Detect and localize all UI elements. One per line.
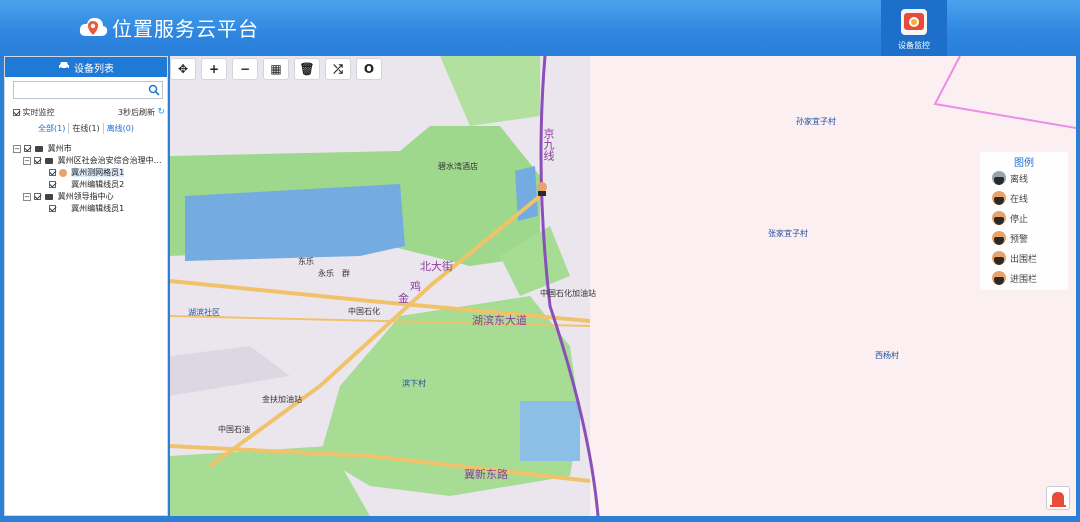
- device-search-input[interactable]: [13, 81, 163, 99]
- map-label-bishui: 碧水湾酒店: [438, 162, 478, 171]
- device-list-title: 设备列表: [74, 63, 114, 75]
- legend-item-warning: 预警: [992, 230, 1028, 246]
- map-label-xiaxia: 滨下村: [402, 379, 426, 388]
- legend-label: 停止: [1010, 214, 1029, 225]
- tree-checkbox[interactable]: [33, 157, 41, 164]
- device-location-marker-icon[interactable]: [536, 182, 548, 196]
- legend-label: 预警: [1010, 234, 1029, 245]
- legend-label: 离线: [1010, 174, 1029, 185]
- tree-node[interactable]: − 冀州领导指中心: [23, 191, 114, 202]
- tree-checkbox[interactable]: [49, 169, 56, 176]
- tree-node[interactable]: − 冀州市: [13, 143, 72, 154]
- alarm-icon: [1050, 492, 1066, 507]
- offline-person-icon: [992, 171, 1006, 185]
- map-tiles: [170, 56, 1076, 516]
- map-label-hubin-east: 湖滨东大道: [472, 314, 527, 327]
- app-title: 位置服务云平台: [112, 17, 259, 41]
- search-icon[interactable]: [148, 84, 160, 96]
- map-label-sinopec: 中国石化: [348, 307, 380, 316]
- car-icon: [58, 61, 70, 73]
- tree-node-label: 冀州测网格员1: [71, 168, 125, 177]
- shuffle-button[interactable]: ⤮: [325, 58, 351, 80]
- collapse-icon[interactable]: −: [23, 156, 31, 165]
- tree-node[interactable]: 冀州测网格员1: [49, 167, 125, 178]
- legend-label: 在线: [1010, 194, 1029, 205]
- legend-label: 进围栏: [1010, 274, 1038, 285]
- tree-node-label: 冀州编辑线员2: [71, 180, 125, 189]
- status-filter-tabs: 全部(1) 在线(1) 离线(0): [35, 123, 137, 134]
- cloud-location-logo-icon: [79, 17, 108, 36]
- alarm-button[interactable]: [1046, 486, 1070, 510]
- tree-node-label: 冀州区社会治安综合治理中…: [57, 156, 162, 165]
- map-label-jinhu2: 鸡: [410, 280, 421, 293]
- legend-item-exit-fence: 出围栏: [992, 250, 1037, 266]
- circle-button[interactable]: O: [356, 58, 382, 80]
- folder-icon: [35, 145, 44, 152]
- map-label-jingjiu: 京九线: [542, 128, 555, 161]
- map-label-hubin-community: 湖滨社区: [188, 308, 220, 317]
- header-bar: 位置服务云平台 设备监控: [0, 0, 1080, 56]
- enter-fence-person-icon: [992, 271, 1006, 285]
- map-label-jinhu: 金: [398, 292, 409, 305]
- map-label-beidajie: 北大街: [420, 260, 453, 273]
- tree-node[interactable]: 冀州编辑线员2: [49, 179, 124, 190]
- tree-node-label: 冀州领导指中心: [57, 192, 114, 201]
- realtime-checkbox[interactable]: [13, 109, 20, 116]
- legend-item-online: 在线: [992, 190, 1028, 206]
- legend-label: 出围栏: [1010, 254, 1038, 265]
- map-legend: 图例 离线 在线 停止 预警 出围栏 进围栏: [980, 152, 1068, 290]
- refresh-countdown: 3秒后刷新: [117, 108, 155, 117]
- device-monitor-label: 设备监控: [898, 41, 930, 50]
- map-toolbar: ✥ + − ▦ 🗑 ⤮ O: [170, 58, 382, 80]
- folder-icon: [45, 193, 54, 200]
- tree-checkbox[interactable]: [49, 205, 56, 212]
- refresh-icon[interactable]: ↻: [157, 107, 165, 117]
- tree-node[interactable]: 冀州编辑线员1: [49, 203, 124, 214]
- tree-checkbox[interactable]: [49, 181, 56, 188]
- move-button[interactable]: ✥: [170, 58, 196, 80]
- tree-checkbox[interactable]: [33, 193, 41, 200]
- tree-node[interactable]: − 冀州区社会治安综合治理中…: [23, 155, 162, 166]
- exit-fence-person-icon: [992, 251, 1006, 265]
- stopped-person-icon: [992, 211, 1006, 225]
- filter-offline[interactable]: 离线(0): [104, 123, 137, 134]
- tree-checkbox[interactable]: [23, 145, 31, 152]
- legend-title: 图例: [1014, 158, 1034, 169]
- filter-online[interactable]: 在线(1): [69, 123, 104, 134]
- zoom-in-button[interactable]: +: [201, 58, 227, 80]
- legend-item-enter-fence: 进围栏: [992, 270, 1037, 286]
- legend-item-stopped: 停止: [992, 210, 1028, 226]
- realtime-row: 实时监控 3秒后刷新 ↻: [13, 107, 165, 119]
- person-avatar-icon: [58, 168, 67, 177]
- collapse-icon[interactable]: −: [13, 144, 21, 153]
- map-label-jixin-east: 冀新东路: [464, 468, 508, 481]
- map-label-zhangjia: 张家宜子村: [768, 229, 808, 238]
- map-label-sinopec2: 中国石油: [218, 425, 250, 434]
- map-label-yongle2: 群: [342, 269, 350, 278]
- map-label-dongyue: 东乐: [298, 257, 314, 266]
- filter-all[interactable]: 全部(1): [35, 123, 70, 134]
- map-canvas[interactable]: ✥ + − ▦ 🗑 ⤮ O 孙家宜子村 张家宜子村 西杨村 碧水湾酒店 东乐 永…: [170, 56, 1076, 516]
- collapse-icon[interactable]: −: [23, 192, 31, 201]
- tree-node-label: 冀州编辑线员1: [71, 204, 125, 213]
- map-label-xiyang: 西杨村: [875, 351, 899, 360]
- folder-icon: [45, 157, 54, 164]
- device-monitor-tab[interactable]: 设备监控: [881, 0, 947, 56]
- device-list-header: 设备列表: [5, 57, 167, 77]
- map-label-yongle: 永乐: [318, 269, 334, 278]
- tree-node-label: 冀州市: [47, 144, 72, 153]
- warning-person-icon: [992, 231, 1006, 245]
- online-person-icon: [992, 191, 1006, 205]
- camera-icon: [901, 9, 927, 35]
- grid-button[interactable]: ▦: [263, 58, 289, 80]
- map-label-sinopec-station: 中国石化加油站: [540, 289, 596, 298]
- realtime-label: 实时监控: [22, 108, 55, 117]
- map-label-sunjia: 孙家宜子村: [796, 117, 836, 126]
- zoom-out-button[interactable]: −: [232, 58, 258, 80]
- legend-item-offline: 离线: [992, 170, 1028, 186]
- delete-button[interactable]: 🗑: [294, 58, 320, 80]
- device-list-panel: 设备列表 实时监控 3秒后刷新 ↻ 全部(1) 在线(1) 离线(0) − 冀州…: [4, 56, 168, 516]
- map-label-jinfu-station: 金扶加油站: [262, 395, 302, 404]
